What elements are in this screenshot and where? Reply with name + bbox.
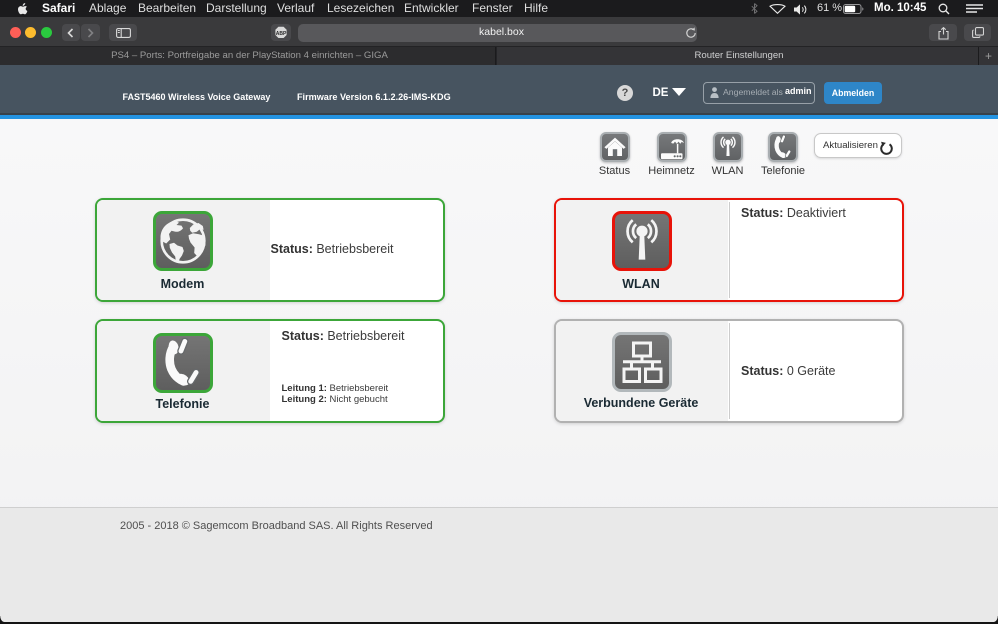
- svg-text:ABP: ABP: [276, 31, 287, 37]
